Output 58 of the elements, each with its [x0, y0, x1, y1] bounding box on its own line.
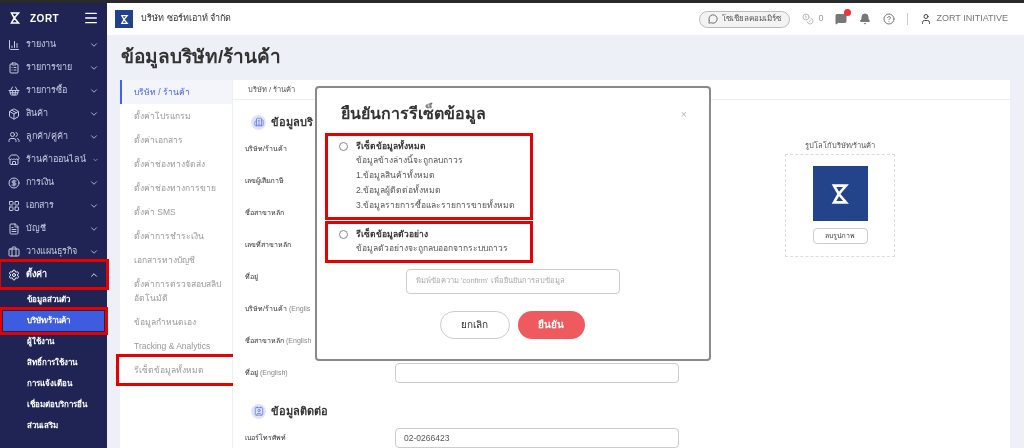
section-title: ข้อมูลติดต่อ	[271, 403, 328, 420]
sidebar-item[interactable]: ร้านค้าออนไลน์	[2, 148, 105, 171]
sidebar-item[interactable]: เอกสาร	[2, 194, 105, 217]
basket-icon	[8, 84, 20, 97]
sidebar-subitem[interactable]: ผู้ใช้งาน	[3, 332, 104, 352]
brand-name: ZORT	[30, 11, 60, 26]
section-title: ข้อมูลบริ	[271, 114, 313, 131]
sidebar-subitem[interactable]: ข้อมูลส่วนตัว	[3, 290, 104, 310]
sidebar-item[interactable]: วางแผนธุรกิจ	[2, 240, 105, 263]
sidebar-item[interactable]: รายงาน	[2, 33, 105, 56]
textarea-field[interactable]	[395, 363, 679, 383]
reset-option[interactable]: รีเซ็ตข้อมูลทั้งหมด ข้อมูลข้างล่างนี้จะถูกลบถาวร 1.ข้อมูลสินค้าทั้งหมด 2.ข้อมูลผู้ติดต่อทั้งหมด 3.ข้อมูลรายการซื้อและรายการขายทั้งหมด	[329, 137, 529, 216]
menu-icon[interactable]	[83, 10, 99, 26]
input-field[interactable]: 02-0266423	[395, 428, 679, 448]
option-title: รีเซ็ตข้อมูลตัวอย่าง	[356, 227, 428, 241]
grid-icon	[8, 199, 20, 212]
social-commerce-button[interactable]: โซเชียลคอมเมิร์ซ	[699, 10, 791, 28]
option-description: 3.ข้อมูลรายการซื้อและรายการขายทั้งหมด	[355, 198, 517, 213]
bell-icon[interactable]	[859, 13, 872, 25]
building-icon	[251, 114, 266, 130]
coin-count: 0	[818, 12, 824, 26]
sidebar-item[interactable]: ตั้งค่า	[2, 263, 105, 286]
dollar-coin-icon	[8, 176, 20, 189]
sidebar-item[interactable]: ลูกค้า/คู่ค้า	[2, 125, 105, 148]
sidebar-subitem[interactable]: สิทธิ์การใช้งาน	[3, 353, 104, 373]
sidebar-item[interactable]: สินค้า	[2, 102, 105, 125]
avatar-icon	[920, 13, 933, 25]
contact-card-icon	[251, 403, 266, 419]
people-icon	[8, 130, 20, 143]
sidebar-subitem[interactable]: ส่วนเสริม	[3, 416, 104, 436]
briefcase-icon	[8, 245, 20, 258]
option-description: ข้อมูลตัวอย่างจะถูกลบออกจากระบบถาวร	[355, 241, 509, 256]
user-name[interactable]: ZORT INITIATIVE	[936, 12, 1008, 26]
reset-option[interactable]: รีเซ็ตข้อมูลตัวอย่าง ข้อมูลตัวอย่างจะถูกลบออกจากระบบถาวร	[329, 224, 529, 259]
option-description: 2.ข้อมูลผู้ติดต่อทั้งหมด	[355, 183, 443, 198]
sidebar-subitem[interactable]: การแจ้งเตือน	[3, 374, 104, 394]
sidebar-item[interactable]: รายการซื้อ	[2, 79, 105, 102]
package-icon	[8, 107, 20, 120]
settings-icon	[8, 268, 20, 281]
chat-icon	[708, 14, 719, 24]
dialog-title: ยืนยันการรีเซ็ตข้อมูล	[341, 102, 486, 126]
sidebar-item[interactable]: การเงิน	[2, 171, 105, 194]
option-description: 1.ข้อมูลสินค้าทั้งหมด	[355, 168, 437, 183]
cancel-button[interactable]: ยกเลิก	[439, 310, 510, 339]
company-name: บริษัท ซอร์ทเอาท์ จำกัด	[141, 12, 231, 26]
document-icon	[8, 222, 20, 235]
settings-nav-item[interactable]: บริษัท / ร้านค้า	[120, 80, 232, 104]
page-title: ข้อมูลบริษัท/ร้านค้า	[121, 45, 282, 71]
coin-icon	[802, 13, 815, 25]
sidebar-item[interactable]: รายการขาย	[2, 56, 105, 79]
option-title: รีเซ็ตข้อมูลทั้งหมด	[356, 140, 426, 153]
sidebar-subitem[interactable]: เชื่อมต่อบริการอื่น	[3, 395, 104, 415]
sidebar-item[interactable]: บัญชี	[2, 217, 105, 240]
bar-chart-icon	[8, 38, 20, 51]
clipboard-icon	[8, 61, 20, 74]
help-icon[interactable]	[883, 13, 896, 25]
store-icon	[8, 153, 20, 166]
option-description: ข้อมูลข้างล่างนี้จะถูกลบถาวร	[355, 153, 464, 168]
